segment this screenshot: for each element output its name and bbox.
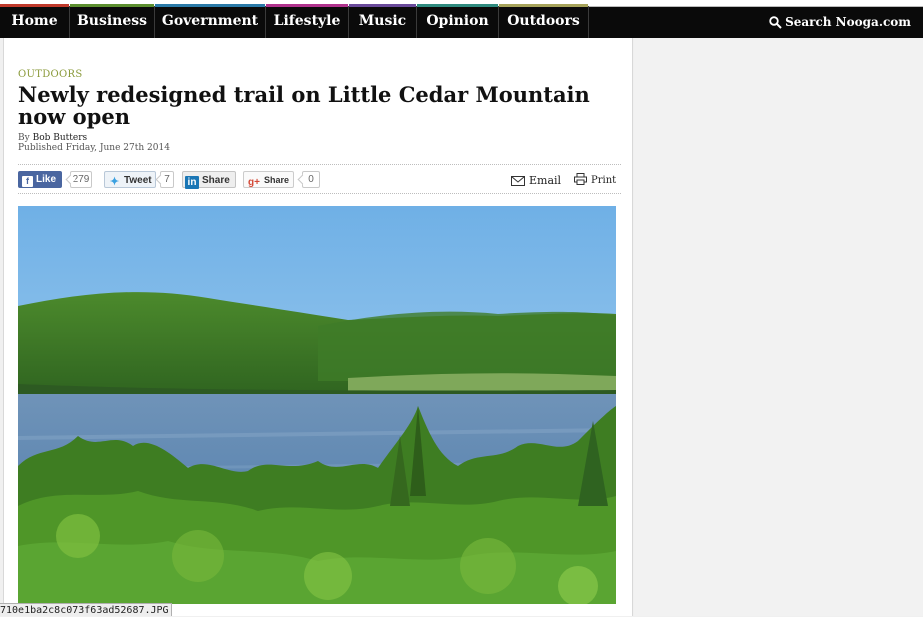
search-link[interactable]: Search Nooga.com [769, 6, 911, 38]
byline-prefix: By [18, 133, 30, 143]
search-icon [769, 16, 782, 29]
article-column: OUTDOORS Newly redesigned trail on Littl… [3, 38, 633, 616]
tweet-button[interactable]: ✦ Tweet [104, 171, 156, 188]
nav-item-opinion[interactable]: Opinion [417, 6, 499, 38]
search-link-label: Search Nooga.com [785, 15, 911, 29]
nav-item-outdoors[interactable]: Outdoors [499, 6, 589, 38]
browser-status-bar: 710e1ba2c8c073f63ad52687.JPG [0, 603, 172, 616]
twitter-bird-icon: ✦ [109, 176, 120, 188]
facebook-like-count: 279 [70, 171, 92, 188]
print-label: Print [591, 175, 617, 186]
facebook-like-button[interactable]: f Like [18, 171, 62, 188]
linkedin-share-button[interactable]: in Share [182, 171, 236, 189]
article-headline: Newly redesigned trail on Little Cedar M… [18, 82, 590, 129]
facebook-like-label: Like [36, 174, 57, 185]
tweet-label: Tweet [124, 175, 152, 186]
printer-icon [574, 173, 587, 185]
print-link[interactable]: Print [574, 173, 616, 189]
linkedin-share-label: Share [202, 175, 230, 186]
envelope-icon [511, 176, 525, 186]
tweet-count: 7 [160, 171, 174, 188]
nav-item-home[interactable]: Home [0, 6, 70, 38]
author-link[interactable]: Bob Butters [33, 133, 88, 143]
publish-date: Published Friday, June 27th 2014 [18, 143, 170, 153]
main-navigation: Home Business Government Lifestyle Music… [0, 0, 923, 38]
email-link[interactable]: Email [511, 173, 561, 189]
lake-mountain-photo [18, 206, 616, 604]
article-category[interactable]: OUTDOORS [18, 69, 83, 80]
article-byline: By Bob Butters Published Friday, June 27… [18, 133, 170, 153]
nav-item-business[interactable]: Business [70, 6, 155, 38]
nav-item-music[interactable]: Music [349, 6, 417, 38]
article-photo[interactable] [18, 206, 616, 604]
googleplus-share-button[interactable]: g+ Share [243, 171, 294, 188]
right-sidebar [634, 38, 923, 616]
nav-item-lifestyle[interactable]: Lifestyle [266, 6, 349, 38]
facebook-icon: f [22, 176, 33, 187]
googleplus-count: 0 [302, 171, 320, 188]
email-label: Email [529, 174, 562, 187]
googleplus-share-label: Share [264, 175, 290, 185]
nav-item-government[interactable]: Government [155, 6, 266, 38]
googleplus-icon: g+ [248, 177, 260, 188]
linkedin-icon: in [185, 176, 199, 189]
share-toolbar: f Like 279 ✦ Tweet 7 in Share g+ Share 0 Ema… [18, 164, 621, 194]
